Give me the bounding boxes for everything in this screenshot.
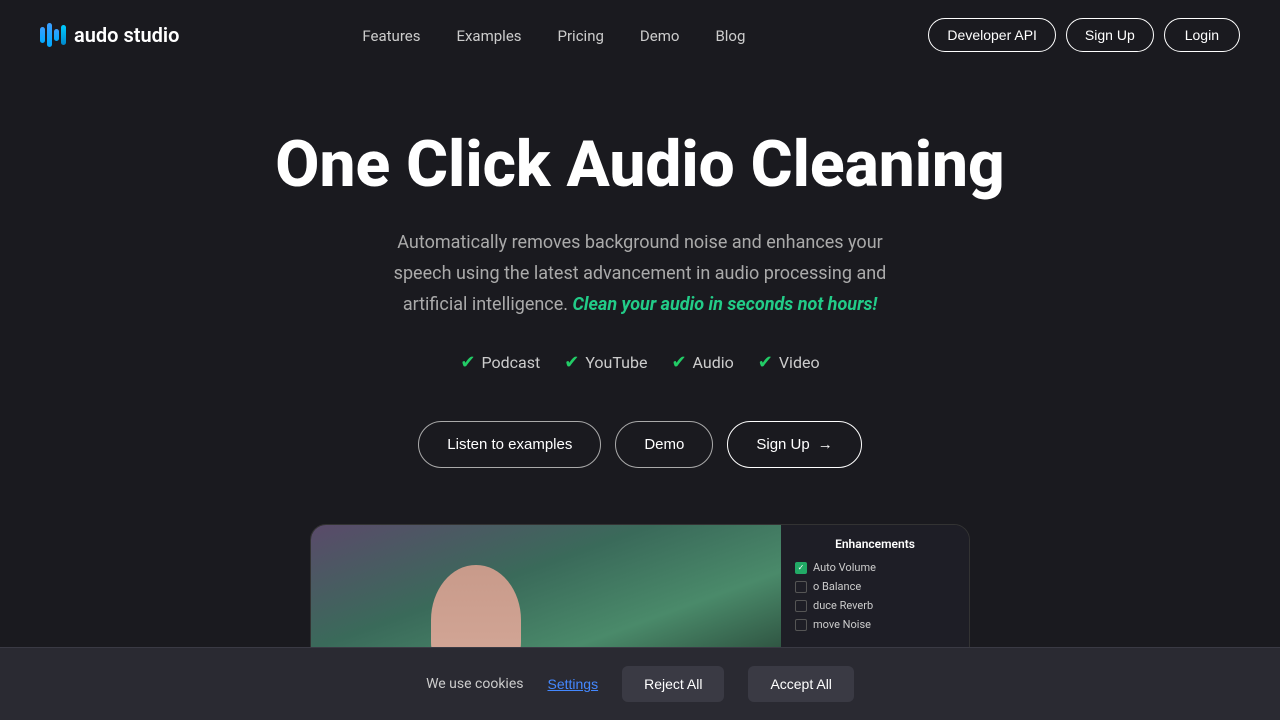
preview-panel: Enhancements ✓ Auto Volume o Balance duc… (781, 525, 969, 665)
nav-demo[interactable]: Demo (640, 27, 680, 45)
developer-api-button[interactable]: Developer API (928, 18, 1056, 52)
logo-icon (40, 23, 66, 47)
listen-examples-button[interactable]: Listen to examples (418, 421, 601, 468)
cookie-reject-button[interactable]: Reject All (622, 666, 724, 702)
checkbox-check-0: ✓ (798, 563, 805, 572)
preview-item-label-3: move Noise (813, 618, 871, 631)
badge-youtube-label: YouTube (585, 353, 647, 372)
badge-podcast: ✔ Podcast (460, 352, 540, 373)
badge-video-label: Video (779, 353, 820, 372)
logo-bar-4 (61, 25, 66, 45)
cookie-accept-button[interactable]: Accept All (748, 666, 853, 702)
logo-text: audo studio (74, 23, 179, 47)
hero-signup-button[interactable]: Sign Up → (727, 421, 861, 468)
preview-item-3: move Noise (795, 618, 955, 631)
preview-item-label-0: Auto Volume (813, 561, 876, 574)
preview-checkbox-1 (795, 581, 807, 593)
cookie-message: We use cookies (426, 676, 523, 692)
nav-features[interactable]: Features (362, 27, 420, 45)
preview-image-area (311, 525, 781, 665)
app-preview-inner: Enhancements ✓ Auto Volume o Balance duc… (311, 525, 969, 665)
arrow-icon: → (818, 436, 833, 453)
hero-badges: ✔ Podcast ✔ YouTube ✔ Audio ✔ Video (460, 352, 819, 373)
navigation: audo studio Features Examples Pricing De… (0, 0, 1280, 70)
badge-podcast-label: Podcast (482, 353, 541, 372)
preview-checkbox-0: ✓ (795, 562, 807, 574)
preview-item-2: duce Reverb (795, 599, 955, 612)
nav-examples[interactable]: Examples (456, 27, 521, 45)
check-video-icon: ✔ (758, 352, 773, 373)
badge-youtube: ✔ YouTube (564, 352, 647, 373)
preview-item-1: o Balance (795, 580, 955, 593)
badge-audio-label: Audio (693, 353, 734, 372)
hero-buttons: Listen to examples Demo Sign Up → (418, 421, 861, 468)
logo-link[interactable]: audo studio (40, 23, 179, 47)
preview-person (311, 525, 781, 665)
hero-section: One Click Audio Cleaning Automatically r… (0, 70, 1280, 666)
check-audio-icon: ✔ (671, 352, 686, 373)
badge-audio: ✔ Audio (671, 352, 733, 373)
badge-video: ✔ Video (758, 352, 820, 373)
hero-highlight: Clean your audio in seconds not hours! (573, 294, 878, 315)
logo-bar-1 (40, 27, 45, 43)
hero-signup-label: Sign Up (756, 436, 809, 453)
preview-checkbox-3 (795, 619, 807, 631)
hero-title: One Click Audio Cleaning (275, 130, 1004, 200)
check-podcast-icon: ✔ (460, 352, 475, 373)
hero-subtitle: Automatically removes background noise a… (380, 228, 900, 320)
logo-bar-2 (47, 23, 52, 47)
cookie-banner: We use cookies Settings Reject All Accep… (0, 647, 1280, 720)
app-preview: Enhancements ✓ Auto Volume o Balance duc… (310, 524, 970, 666)
preview-item-label-2: duce Reverb (813, 599, 873, 612)
cookie-settings-button[interactable]: Settings (547, 676, 598, 692)
logo-bar-3 (54, 29, 59, 41)
preview-item-0: ✓ Auto Volume (795, 561, 955, 574)
nav-blog[interactable]: Blog (715, 27, 745, 45)
preview-checkbox-2 (795, 600, 807, 612)
preview-panel-title: Enhancements (795, 537, 955, 551)
demo-button[interactable]: Demo (615, 421, 713, 468)
nav-signup-button[interactable]: Sign Up (1066, 18, 1154, 52)
check-youtube-icon: ✔ (564, 352, 579, 373)
nav-pricing[interactable]: Pricing (558, 27, 604, 45)
nav-login-button[interactable]: Login (1164, 18, 1240, 52)
preview-item-label-1: o Balance (813, 580, 861, 593)
nav-actions: Developer API Sign Up Login (928, 18, 1240, 52)
nav-links: Features Examples Pricing Demo Blog (362, 26, 745, 45)
